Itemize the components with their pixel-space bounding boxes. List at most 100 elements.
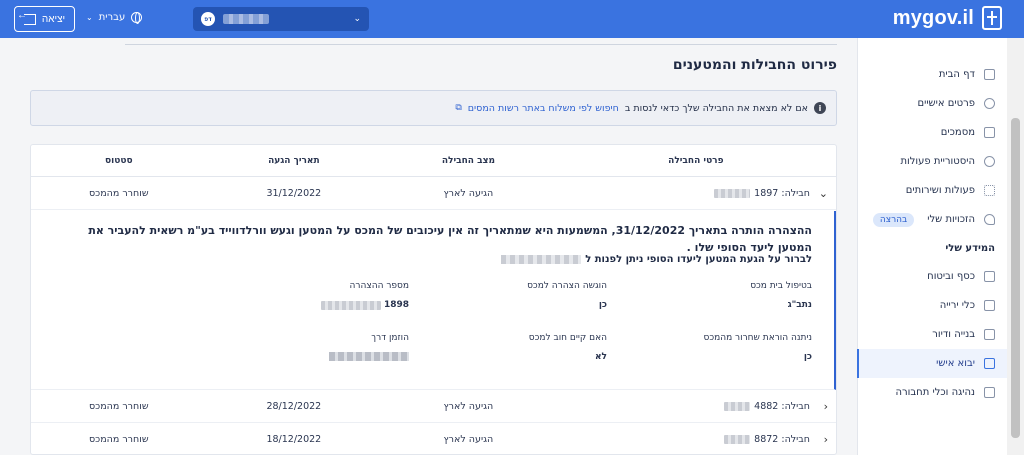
history-icon [984, 156, 995, 167]
sidebar-item-label: הזכויות שלי [927, 214, 975, 225]
package-state: הגיעה לארץ [443, 433, 494, 445]
tax-authority-search-link[interactable]: חיפוש לפי משלוח באתר רשות המסים [468, 103, 619, 114]
column-header-state: מצב החבילה [441, 155, 495, 166]
info-banner: i אם לא מצאת את החבילה שלך כדאי לנסות ב … [30, 90, 837, 126]
weapon-icon [984, 300, 995, 311]
status: שוחרר מהמכס [89, 433, 149, 445]
person-icon [984, 98, 995, 109]
contact-message: לברור על הגעת המטען ליעדו הסופי ניתן לפנ… [501, 254, 812, 265]
sidebar-item-firearms[interactable]: כלי ירייה [857, 291, 1007, 320]
user-select[interactable]: ⌄ דפ [193, 7, 369, 31]
user-name-redacted [223, 14, 269, 24]
arrival-date: 31/12/2022 [266, 187, 322, 199]
sidebar-item-money-insurance[interactable]: כסף וביטוח [857, 262, 1007, 291]
redacted-text [501, 255, 582, 264]
globe-icon [131, 12, 143, 24]
logo[interactable]: mygov.il [893, 6, 1002, 30]
sidebar-item-label: יבוא אישי [936, 358, 975, 369]
package-id: חבילה: 8872 [754, 433, 810, 445]
table-header: פרטי החבילה מצב החבילה תאריך הגעה סטטוס [31, 145, 836, 177]
services-icon [984, 185, 995, 196]
detail-label: הוזמן דרך [371, 333, 409, 343]
detail-value [329, 352, 409, 364]
status: שוחרר מהמכס [89, 187, 149, 199]
sidebar-item-documents[interactable]: מסמכים [857, 118, 1007, 147]
column-header-package: פרטי החבילה [668, 155, 724, 166]
contact-message-text: לברור על הגעת המטען ליעדו הסופי ניתן לפנ… [585, 254, 812, 265]
sidebar-item-label: בנייה ודיור [932, 329, 975, 340]
language-label: עברית [98, 12, 126, 23]
sidebar-section-title: המידע שלי [945, 242, 995, 254]
detail-value: 1898 [383, 300, 409, 310]
chevron-down-icon: ⌄ [353, 14, 361, 24]
language-select[interactable]: עברית ⌄ [86, 12, 143, 24]
info-icon: i [814, 102, 826, 114]
sidebar-item-services[interactable]: פעולות ושירותים [857, 176, 1007, 205]
beta-badge: בהרצה [872, 212, 915, 227]
detail-declaration-submitted: הוגשה הצהרה למכס כן [527, 281, 607, 310]
sidebar-item-label: מסמכים [940, 127, 975, 138]
divider [125, 44, 837, 45]
table-row[interactable]: ‹ חבילה: 4882 הגיעה לארץ 28/12/2022 שוחר… [31, 390, 836, 423]
packages-table: פרטי החבילה מצב החבילה תאריך הגעה סטטוס … [30, 144, 837, 455]
table-row[interactable]: ⌄ חבילה: 1897 הגיעה לארץ 31/12/2022 שוחר… [31, 177, 836, 210]
exit-icon [23, 13, 36, 25]
table-row[interactable]: ‹ חבילה: 8872 הגיעה לארץ 18/12/2022 שוחר… [31, 423, 836, 454]
column-header-date: תאריך הגעה [268, 155, 320, 166]
redacted-text [724, 401, 751, 411]
redacted-text [329, 352, 409, 361]
detail-label: בטיפול בית מכס [750, 281, 812, 291]
sidebar-item-label: פעולות ושירותים [905, 185, 975, 196]
building-icon [984, 329, 995, 340]
redacted-text [724, 434, 751, 444]
sidebar-item-history[interactable]: היסטוריית פעולות [857, 147, 1007, 176]
arrival-date: 18/12/2022 [266, 433, 322, 445]
package-icon [984, 358, 995, 369]
status: שוחרר מהמכס [89, 400, 149, 412]
sidebar-item-personal-details[interactable]: פרטים אישיים [857, 89, 1007, 118]
scrollbar[interactable] [1007, 38, 1024, 455]
detail-value-row: 1898 [320, 300, 409, 310]
detail-release-given: ניתנה הוראת שחרור מהמכס כן [703, 333, 812, 362]
heart-icon [984, 214, 995, 225]
sidebar-item-personal-import[interactable]: יבוא אישי [857, 349, 1007, 378]
car-icon [984, 387, 995, 398]
exit-button[interactable]: יציאה [14, 6, 75, 32]
detail-value: לא [595, 352, 607, 362]
arrival-date: 28/12/2022 [266, 400, 322, 412]
sidebar-item-building-housing[interactable]: בנייה ודיור [857, 320, 1007, 349]
column-header-status: סטטוס [105, 155, 133, 166]
package-id: חבילה: 1897 [754, 187, 810, 199]
package-cell: חבילה: 4882 [556, 401, 836, 412]
scrollbar-thumb[interactable] [1011, 118, 1020, 438]
money-icon [984, 271, 995, 282]
chevron-left-icon[interactable]: ‹ [824, 433, 828, 446]
redacted-text [714, 188, 751, 198]
redacted-text [320, 300, 381, 310]
exit-label: יציאה [41, 13, 66, 25]
sidebar-item-driving-vehicles[interactable]: נהיגה וכלי תחבורה [857, 378, 1007, 407]
logo-text: mygov.il [892, 6, 974, 29]
sidebar-item-my-rights[interactable]: הזכויות שלי בהרצה [857, 205, 1007, 234]
emblem-icon [982, 6, 1002, 30]
chevron-down-icon[interactable]: ⌄ [819, 187, 828, 200]
detail-label: מספר ההצהרה [349, 281, 409, 291]
expanded-details: ההצהרה הותרה בתאריך 31/12/2022, המשמעות … [31, 211, 836, 390]
sidebar-item-label: דף הבית [938, 69, 975, 80]
sidebar-item-label: נהיגה וכלי תחבורה [895, 387, 975, 398]
package-id: חבילה: 4882 [754, 400, 810, 412]
sidebar-nav: דף הבית פרטים אישיים מסמכים היסטוריית פע… [857, 60, 1007, 407]
sidebar-item-home[interactable]: דף הבית [857, 60, 1007, 89]
detail-label: האם קיים חוב למכס [528, 333, 607, 343]
package-state: הגיעה לארץ [443, 187, 494, 199]
sidebar: דף הבית פרטים אישיים מסמכים היסטוריית פע… [857, 38, 1007, 455]
detail-value: נתב"ג [787, 300, 812, 310]
package-cell: חבילה: 1897 [556, 188, 836, 199]
chevron-left-icon[interactable]: ‹ [824, 400, 828, 413]
sidebar-item-label: היסטוריית פעולות [900, 156, 975, 167]
main-content: פירוט החבילות והמטענים i אם לא מצאת את ה… [30, 38, 837, 455]
release-message: ההצהרה הותרה בתאריך 31/12/2022, המשמעות … [88, 224, 812, 254]
external-link-icon: ⧉ [455, 103, 462, 113]
detail-value: כן [598, 300, 607, 310]
document-icon [984, 127, 995, 138]
